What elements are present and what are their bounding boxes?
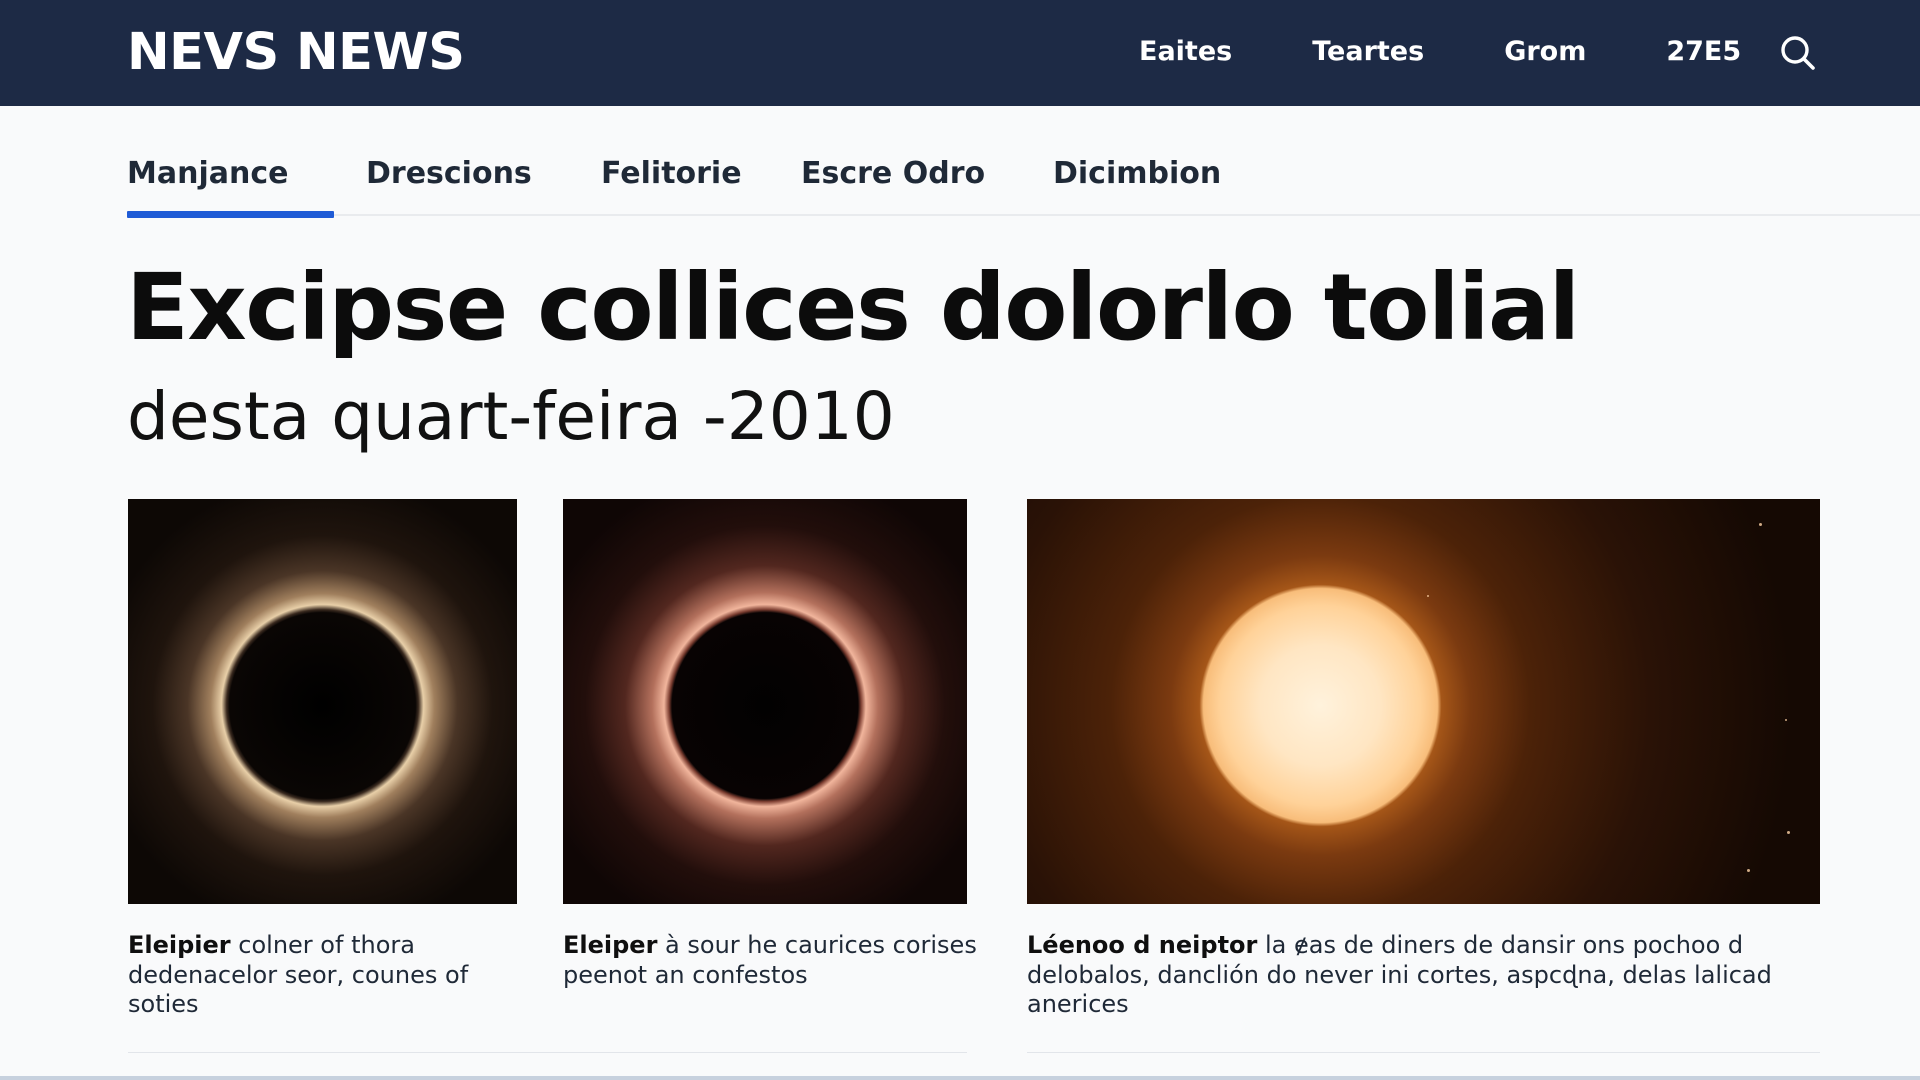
star-dot [1427, 595, 1429, 597]
tab-felitorie[interactable]: Felitorie [601, 152, 742, 216]
top-nav-link-1[interactable]: Eaites [1139, 34, 1232, 70]
section-tabs: Manjance Drescions Felitorie Escre Odro … [127, 152, 1920, 218]
eclipse-image-1[interactable] [128, 499, 517, 904]
site-logo[interactable]: NEVS NEWS [127, 24, 465, 82]
image-caption-3: Léenoo d neiptor la ɇas de diners de dan… [1027, 931, 1827, 1020]
star-dot [1759, 523, 1762, 526]
top-nav-links: Eaites Teartes Grom 27E5 [1139, 34, 1741, 70]
eclipse-image-2[interactable] [563, 499, 967, 904]
top-nav-link-4[interactable]: 27E5 [1666, 34, 1741, 70]
image-caption-1: Eleipier colner of thora dedenacelor seo… [128, 931, 528, 1020]
article-headline: Excipse collices dolorlo tolial [126, 254, 1580, 361]
top-navigation-bar: NEVS NEWS Eaites Teartes Grom 27E5 [0, 0, 1920, 106]
image-caption-2: Eleiper à sour he caurices corises peeno… [563, 931, 983, 990]
tab-dicimbion[interactable]: Dicimbion [1053, 152, 1221, 216]
article-subheadline: desta quart-feira -2010 [127, 378, 895, 455]
star-dot [1747, 869, 1750, 872]
top-nav-link-2[interactable]: Teartes [1312, 34, 1424, 70]
tab-manjance[interactable]: Manjance [127, 152, 335, 218]
search-icon [1781, 36, 1815, 70]
caption-1-lead: Eleipier [128, 931, 231, 959]
top-nav-link-3[interactable]: Grom [1504, 34, 1586, 70]
search-button[interactable] [1778, 33, 1818, 73]
star-dot [1787, 831, 1790, 834]
section-divider [128, 1052, 967, 1053]
tab-drescions[interactable]: Drescions [366, 152, 532, 216]
section-divider [1027, 1052, 1820, 1053]
sun-image[interactable] [1027, 499, 1820, 904]
star-dot [1785, 719, 1787, 721]
caption-2-lead: Eleiper [563, 931, 658, 959]
bottom-border [0, 1076, 1920, 1080]
caption-3-lead: Léenoo d neiptor [1027, 931, 1258, 959]
tab-escre-odro[interactable]: Escre Odro [801, 152, 985, 216]
